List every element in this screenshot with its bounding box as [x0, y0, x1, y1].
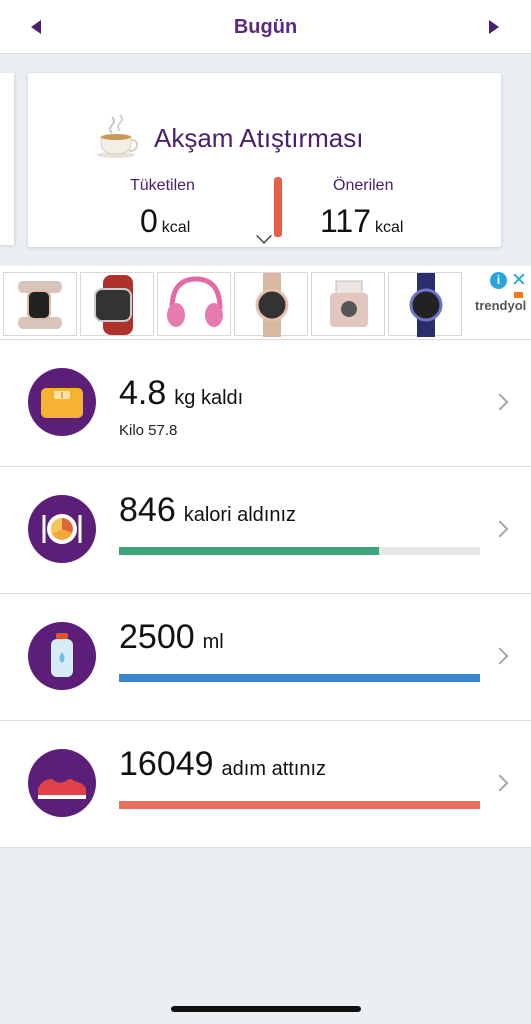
suggested-value-group: 117 kcal — [320, 203, 403, 240]
smartwatch-icon — [409, 273, 443, 337]
sneaker-icon — [28, 749, 96, 817]
ad-item-smartwatch-red-band[interactable] — [80, 272, 154, 336]
date-title[interactable]: Bugün — [0, 16, 531, 39]
ad-item-smartwatch-blue[interactable] — [388, 272, 462, 337]
weight-unit: kg kaldı — [174, 387, 244, 409]
water-bottle-icon — [28, 622, 96, 690]
summary-list: 4.8 kg kaldı Kilo 57.8 846 kalori aldınız — [0, 340, 531, 848]
ad-item-smartwatch-rose-gold[interactable] — [3, 272, 77, 336]
ad-item-kids-headphones[interactable] — [157, 272, 231, 336]
water-summary: 2500 ml — [119, 618, 224, 657]
consumed-value: 0 — [140, 203, 158, 239]
suggested-label: Önerilen — [333, 177, 394, 194]
home-indicator[interactable] — [171, 1006, 361, 1012]
current-weight: Kilo 57.8 — [119, 422, 178, 439]
consumed-value-group: 0 kcal — [140, 203, 190, 240]
teacup-icon — [97, 114, 138, 158]
water-progress-track — [119, 674, 480, 682]
chevron-right-icon — [491, 393, 509, 411]
weight-remaining: 4.8 kg kaldı — [119, 374, 243, 413]
brand-logo-icon — [514, 292, 523, 298]
top-nav: Bugün — [0, 0, 531, 54]
steps-summary: 16049 adım attınız — [119, 745, 326, 784]
list-item-steps[interactable]: 16049 adım attınız — [0, 721, 531, 848]
meal-carousel[interactable]: Akşam Atıştırması Tüketilen 0 kcal Öneril… — [0, 55, 531, 266]
ad-item-smartwatch-mesh-gold[interactable] — [234, 272, 308, 337]
calories-summary: 846 kalori aldınız — [119, 491, 296, 530]
steps-value: 16049 — [119, 745, 214, 783]
chevron-right-icon — [491, 774, 509, 792]
chevron-down-icon[interactable] — [256, 228, 272, 244]
ad-banner[interactable]: i ✕ trendyol — [0, 266, 531, 340]
meal-title: Akşam Atıştırması — [154, 123, 364, 153]
headphones-icon — [167, 276, 223, 327]
plate-icon — [28, 495, 96, 563]
calories-unit: kalori aldınız — [183, 504, 297, 526]
info-icon[interactable]: i — [490, 272, 507, 289]
water-value: 2500 — [119, 618, 195, 656]
chevron-right-icon — [491, 647, 509, 665]
calories-value: 846 — [119, 491, 176, 529]
triangle-right-icon[interactable] — [489, 20, 499, 34]
camera-icon — [330, 280, 368, 327]
list-item-water[interactable]: 2500 ml — [0, 594, 531, 721]
calories-progress-track — [119, 547, 480, 555]
close-icon[interactable]: ✕ — [511, 269, 527, 292]
previous-meal-card[interactable] — [0, 73, 14, 245]
smartwatch-icon — [94, 275, 133, 335]
list-item-calories[interactable]: 846 kalori aldınız — [0, 467, 531, 594]
water-progress-fill — [119, 674, 480, 682]
scale-icon — [28, 368, 96, 436]
consumed-label: Tüketilen — [130, 177, 195, 194]
smartwatch-icon — [18, 281, 62, 329]
list-item-weight[interactable]: 4.8 kg kaldı Kilo 57.8 — [0, 340, 531, 467]
suggested-unit: kcal — [375, 219, 404, 236]
ad-brand[interactable]: trendyol — [475, 298, 526, 313]
steps-unit: adım attınız — [221, 758, 327, 780]
calories-progress-fill — [119, 547, 379, 555]
chevron-right-icon — [491, 520, 509, 538]
consumed-unit: kcal — [161, 219, 191, 236]
weight-value: 4.8 — [119, 374, 167, 412]
steps-progress-track — [119, 801, 480, 809]
meal-progress-divider — [274, 177, 282, 237]
suggested-value: 117 — [320, 203, 372, 239]
ad-item-instant-camera[interactable] — [311, 272, 385, 336]
water-unit: ml — [202, 631, 224, 653]
meal-card[interactable]: Akşam Atıştırması Tüketilen 0 kcal Öneril… — [28, 73, 501, 247]
smartwatch-icon — [255, 273, 289, 337]
ad-controls: i ✕ — [490, 269, 530, 292]
steps-progress-fill — [119, 801, 480, 809]
